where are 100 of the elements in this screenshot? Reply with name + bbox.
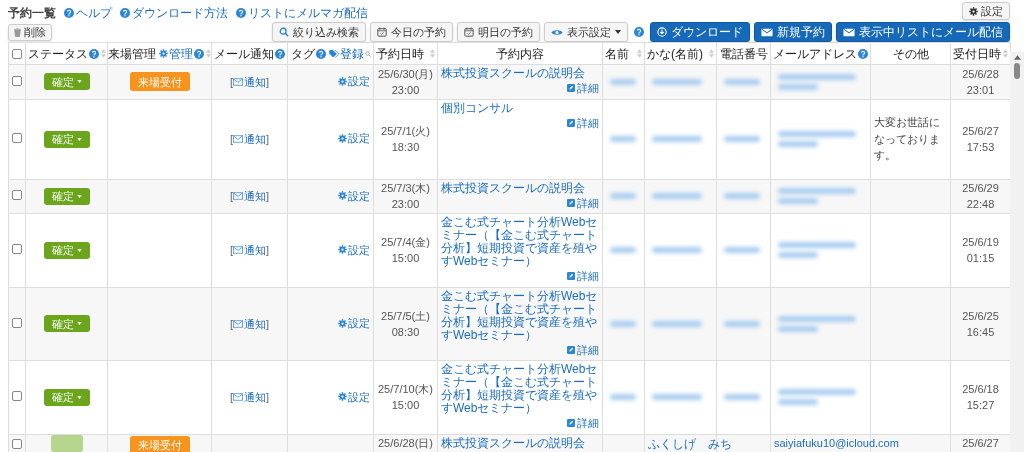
help-icon[interactable] (275, 48, 285, 59)
reservation-time: 23:00 (390, 82, 421, 98)
edit-icon (567, 345, 575, 354)
envelope-icon (233, 77, 243, 86)
status-dropdown[interactable]: 確定 (43, 241, 90, 259)
help-link[interactable]: ダウンロード方法 (120, 4, 228, 22)
help-icon[interactable] (194, 48, 204, 59)
reservation-content-link[interactable]: 金こむ式チャート分析Webセミナー（【金こむ式チャート分析】短期投資で資産を殖やすWebセミナー） (441, 216, 599, 268)
reservation-date: 25/7/10(木) (377, 382, 434, 398)
envelope-icon (233, 246, 243, 255)
page-title: 予約一覧 (8, 5, 56, 22)
column-header: 電話番号 (719, 45, 768, 63)
checkbox[interactable] (12, 132, 22, 143)
column-header: 名前 (605, 45, 629, 63)
checkbox[interactable] (12, 391, 22, 401)
detail-link[interactable]: 詳細 (567, 341, 599, 358)
reservation-time: 23:00 (390, 197, 421, 213)
envelope-icon (843, 27, 855, 37)
help-icon[interactable] (64, 8, 74, 18)
download-button[interactable]: ダウンロード (650, 22, 750, 42)
detail-link[interactable]: 詳細 (567, 194, 599, 211)
bracket: [ (229, 189, 233, 204)
notify-link[interactable]: 通知 (233, 130, 266, 148)
tag-settings-link[interactable]: 設定 (338, 315, 370, 332)
eye-icon (551, 27, 563, 37)
caret-icon (615, 30, 621, 34)
reservation-content-link[interactable]: 金こむ式チャート分析Webセミナー（【金こむ式チャート分析】短期投資で資産を殖やすWebセミナー） (441, 289, 599, 342)
notify-link[interactable]: 通知 (233, 188, 266, 205)
scrollbar-thumb[interactable] (1014, 63, 1020, 79)
tomorrow-button[interactable]: 明日の予約 (457, 22, 540, 42)
tag-settings-link[interactable]: 設定 (338, 130, 370, 147)
mail-button[interactable]: 表示中リストにメール配信 (836, 22, 1010, 42)
help-icon[interactable] (88, 48, 99, 59)
gear-icon (338, 191, 347, 201)
settings-button[interactable]: 設定 (962, 2, 1010, 20)
manage-link[interactable]: 管理 (159, 44, 193, 63)
help-icon[interactable] (236, 8, 246, 18)
detail-link[interactable]: 詳細 (567, 268, 599, 285)
received-time: 17:53 (965, 140, 996, 155)
search-icon[interactable] (365, 49, 371, 58)
notify-link[interactable]: 通知 (233, 73, 266, 90)
link-text: ダウンロード方法 (132, 5, 228, 22)
reservation-content-link[interactable]: 個別コンサル (441, 101, 599, 115)
checkbox[interactable] (12, 244, 22, 254)
search-icon (279, 27, 289, 37)
column-header: ステータス (27, 45, 88, 63)
tag-settings-link[interactable]: 設定 (338, 241, 370, 259)
status-dropdown[interactable]: 確定 (43, 187, 90, 205)
search-button[interactable]: 絞り込み検索 (272, 22, 366, 42)
gear-icon (338, 245, 347, 255)
delete-button[interactable]: 削除 (8, 23, 52, 41)
bracket: ] (266, 74, 270, 90)
reservation-date: 25/7/1(火) (380, 124, 431, 139)
checkbox[interactable] (12, 190, 22, 200)
scroll-up-arrow-icon[interactable] (1013, 55, 1021, 60)
help-icon[interactable] (858, 48, 868, 59)
help-icon[interactable] (120, 8, 130, 18)
reservation-content-link[interactable]: 株式投資スクールの説明会 (441, 67, 599, 80)
bracket: [ (229, 243, 233, 258)
help-link[interactable]: ヘルプ (64, 4, 112, 22)
detail-link[interactable]: 詳細 (567, 80, 599, 97)
detail-link[interactable]: 詳細 (567, 415, 599, 432)
bracket: ] (266, 189, 270, 204)
tag-settings-link[interactable]: 設定 (338, 73, 370, 90)
edit-icon (567, 419, 575, 428)
register-tag-link[interactable]: 登録 (329, 44, 364, 63)
notify-link[interactable]: 通知 (233, 242, 266, 259)
bracket: [ (229, 74, 233, 90)
envelope-icon (233, 319, 243, 328)
notify-link[interactable]: 通知 (233, 315, 266, 332)
status-dropdown[interactable]: 確定 (43, 73, 90, 91)
envelope-icon (233, 192, 243, 201)
checkbox[interactable] (12, 48, 22, 59)
help-icon[interactable] (634, 27, 644, 37)
reservation-date: 25/6/28(日) (377, 435, 434, 451)
received-date: 25/6/18 (961, 382, 1000, 398)
display-button[interactable]: 表示設定 (544, 22, 628, 42)
tag-settings-link[interactable]: 設定 (338, 187, 370, 205)
email-link[interactable]: saiyiafuku10@icloud.com (774, 436, 899, 449)
notify-link[interactable]: 通知 (233, 389, 266, 406)
checkbox[interactable] (12, 439, 22, 449)
status-dropdown[interactable]: 確定 (43, 130, 90, 148)
reservation-content-link[interactable]: 金こむ式チャート分析Webセミナー（【金こむ式チャート分析】短期投資で資産を殖やすWebセミナー） (441, 363, 599, 415)
status-dropdown[interactable]: 確定 (43, 315, 90, 333)
checkbox[interactable] (12, 75, 22, 86)
column-header: メール通知 (214, 45, 274, 63)
scrollbar[interactable] (1010, 52, 1024, 452)
reservation-content-link[interactable]: 株式投資スクールの説明会 (441, 181, 599, 195)
new-button[interactable]: 新規予約 (754, 22, 832, 42)
tag-settings-link[interactable]: 設定 (338, 388, 370, 406)
help-icon[interactable] (316, 48, 326, 59)
received-time: 15:27 (965, 398, 996, 414)
caret-icon (76, 194, 82, 198)
reservation-date: 25/7/4(金) (380, 235, 431, 251)
today-button[interactable]: 今日の予約 (370, 22, 453, 42)
checkbox[interactable] (12, 317, 22, 328)
status-dropdown[interactable]: 確定 (43, 388, 90, 406)
reservation-time: 08:30 (390, 324, 421, 340)
detail-link[interactable]: 詳細 (567, 114, 599, 131)
gear-icon (338, 392, 347, 402)
